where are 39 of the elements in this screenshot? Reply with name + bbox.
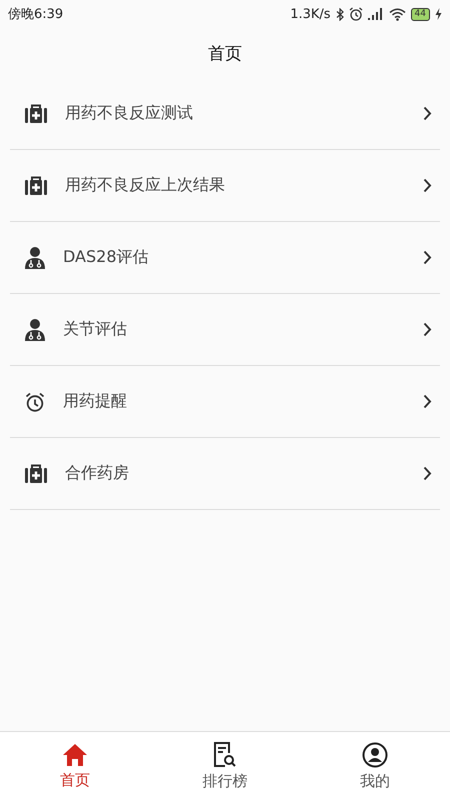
medical-kit-icon bbox=[25, 176, 47, 196]
menu-item[interactable]: 用药不良反应测试 bbox=[10, 78, 440, 150]
alarm-icon bbox=[348, 7, 363, 21]
chevron-right-icon bbox=[423, 250, 432, 265]
menu-item[interactable]: 合作药房 bbox=[10, 438, 440, 510]
menu-item[interactable]: 关节评估 bbox=[10, 294, 440, 366]
home-icon bbox=[62, 742, 88, 766]
menu-item[interactable]: DAS28评估 bbox=[10, 222, 440, 294]
status-time: 傍晚6:39 bbox=[8, 6, 64, 23]
menu-item[interactable]: 用药提醒 bbox=[10, 366, 440, 438]
doctor-icon bbox=[25, 318, 45, 340]
chevron-right-icon bbox=[423, 322, 432, 337]
chevron-right-icon bbox=[423, 106, 432, 121]
charging-icon bbox=[435, 8, 442, 20]
doctor-icon bbox=[25, 246, 45, 268]
wifi-icon bbox=[388, 8, 406, 20]
alarm-clock-icon bbox=[25, 392, 45, 412]
menu-label: 用药不良反应测试 bbox=[65, 103, 194, 124]
menu-label: 合作药房 bbox=[65, 463, 130, 484]
menu-label: DAS28评估 bbox=[63, 247, 150, 268]
menu-label: 关节评估 bbox=[63, 319, 128, 340]
menu-label: 用药提醒 bbox=[63, 391, 128, 412]
menu-item[interactable]: 用药不良反应上次结果 bbox=[10, 150, 440, 222]
medical-kit-icon bbox=[25, 104, 47, 124]
document-search-icon bbox=[213, 742, 237, 768]
tab[interactable]: 我的 bbox=[300, 732, 450, 800]
chevron-right-icon bbox=[423, 466, 432, 481]
menu-label: 用药不良反应上次结果 bbox=[65, 175, 226, 196]
chevron-right-icon bbox=[423, 394, 432, 409]
user-icon bbox=[362, 742, 388, 768]
bluetooth-icon bbox=[336, 8, 344, 20]
network-speed: 1.3K/s bbox=[290, 6, 331, 22]
page-title: 首页 bbox=[208, 42, 242, 64]
signal-icon bbox=[368, 8, 384, 20]
medical-kit-icon bbox=[25, 464, 47, 484]
chevron-right-icon bbox=[423, 178, 432, 193]
tab[interactable]: 首页 bbox=[0, 732, 150, 800]
battery-level: 44 bbox=[410, 8, 430, 20]
tab[interactable]: 排行榜 bbox=[150, 732, 300, 800]
